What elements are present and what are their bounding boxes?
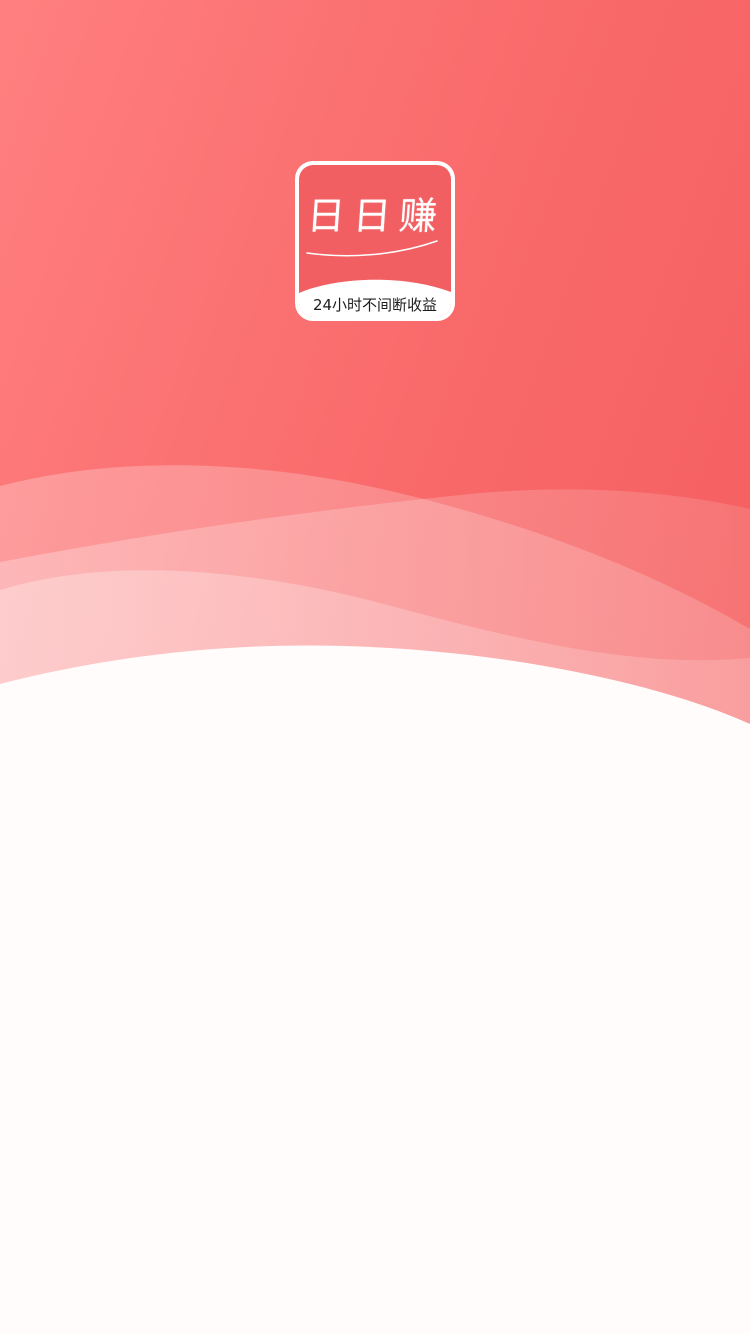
splash-screen: 日日赚 24小时不间断收益 — [0, 0, 750, 1334]
app-slogan: 24小时不间断收益 — [312, 296, 438, 314]
app-name: 日日赚 — [305, 194, 447, 238]
hero-background — [0, 0, 750, 760]
app-logo-card: 日日赚 24小时不间断收益 — [295, 161, 455, 321]
app-logo-icon: 日日赚 24小时不间断收益 — [299, 165, 451, 317]
logo-swoosh-line — [306, 240, 438, 257]
decorative-waves — [0, 465, 750, 760]
